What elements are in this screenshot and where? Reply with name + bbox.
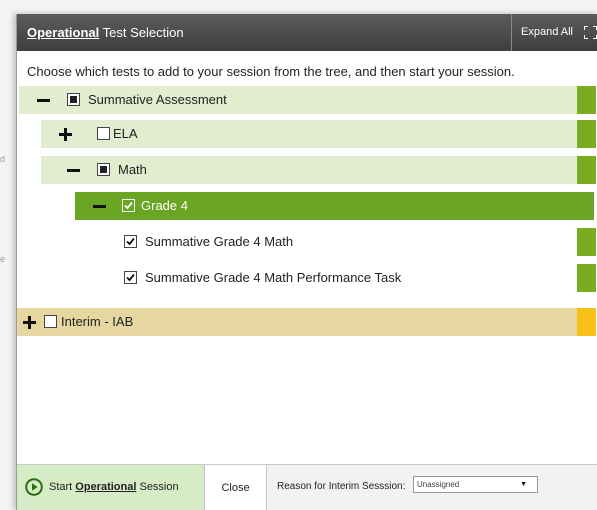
expand-all-button[interactable]: Expand All — [511, 14, 597, 51]
tree-label: Summative Grade 4 Math — [145, 234, 294, 249]
dialog-footer: Start Operational Session Close Reason f… — [17, 464, 597, 510]
tree-row-test-summative-grade-4-math-performance-task: Summative Grade 4 Math Performance Task — [113, 264, 596, 292]
dropdown-arrow-icon: ▼ — [520, 481, 527, 488]
checkbox-interim-iab[interactable] — [44, 315, 57, 328]
row-status-bar — [577, 308, 596, 336]
dialog-title-bold: Operational — [27, 25, 100, 40]
row-status-bar — [577, 264, 596, 292]
checkbox-summative-grade-4-math-performance-task[interactable] — [124, 271, 137, 284]
tree-label: Summative Assessment — [88, 92, 227, 107]
row-status-bar — [594, 192, 596, 220]
reason-select[interactable]: Unassigned ▼ — [413, 476, 538, 493]
row-status-bar — [577, 228, 596, 256]
expand-icon[interactable] — [59, 128, 72, 141]
play-circle-icon — [25, 478, 43, 496]
tree-row-interim-iab: Interim - IAB — [17, 308, 596, 336]
row-status-bar — [577, 120, 596, 148]
checkbox-summative-assessment[interactable] — [67, 93, 80, 106]
close-button[interactable]: Close — [205, 465, 267, 510]
start-suffix: Session — [136, 481, 179, 493]
dialog-title-bar: Operational Test Selection Expand All — [17, 14, 597, 51]
tree-row-test-summative-grade-4-math: Summative Grade 4 Math — [113, 228, 596, 256]
instructions-text: Choose which tests to add to your sessio… — [27, 64, 515, 79]
collapse-icon[interactable] — [37, 94, 50, 107]
row-status-bar — [577, 86, 596, 114]
reason-value: Unassigned — [417, 480, 460, 489]
row-status-bar — [577, 156, 596, 184]
collapse-icon[interactable] — [93, 200, 106, 213]
tree-label: Summative Grade 4 Math Performance Task — [145, 270, 402, 285]
checkbox-grade-4[interactable] — [122, 199, 135, 212]
test-selection-dialog: Operational Test Selection Expand All Ch… — [16, 14, 597, 510]
start-prefix: Start — [49, 481, 76, 493]
start-session-label: Start Operational Session — [49, 481, 179, 493]
tree-row-summative-assessment: Summative Assessment — [19, 86, 596, 114]
tree-row-math: Math — [41, 156, 596, 184]
tree-label: Grade 4 — [141, 198, 188, 213]
start-operational-session-button[interactable]: Start Operational Session — [17, 465, 205, 510]
collapse-icon[interactable] — [67, 164, 80, 177]
checkbox-math[interactable] — [97, 163, 110, 176]
tree-label: Interim - IAB — [61, 314, 134, 329]
checkbox-summative-grade-4-math[interactable] — [124, 235, 137, 248]
background-text-fragment: d — [0, 154, 6, 164]
background-text-fragment: e — [0, 254, 6, 264]
tree-label: Math — [118, 162, 147, 177]
expand-all-label: Expand All — [521, 26, 573, 38]
start-bold: Operational — [75, 481, 137, 493]
dialog-title-rest: Test Selection — [99, 25, 184, 40]
tree-row-grade-4: Grade 4 — [75, 192, 596, 220]
tree-label: ELA — [113, 126, 138, 141]
expand-arrows-icon — [584, 26, 597, 39]
checkbox-ela[interactable] — [97, 127, 110, 140]
dialog-title: Operational Test Selection — [27, 25, 184, 40]
expand-icon[interactable] — [23, 316, 36, 329]
tree-row-ela: ELA — [41, 120, 596, 148]
reason-label: Reason for Interim Sesssion: — [277, 481, 406, 492]
